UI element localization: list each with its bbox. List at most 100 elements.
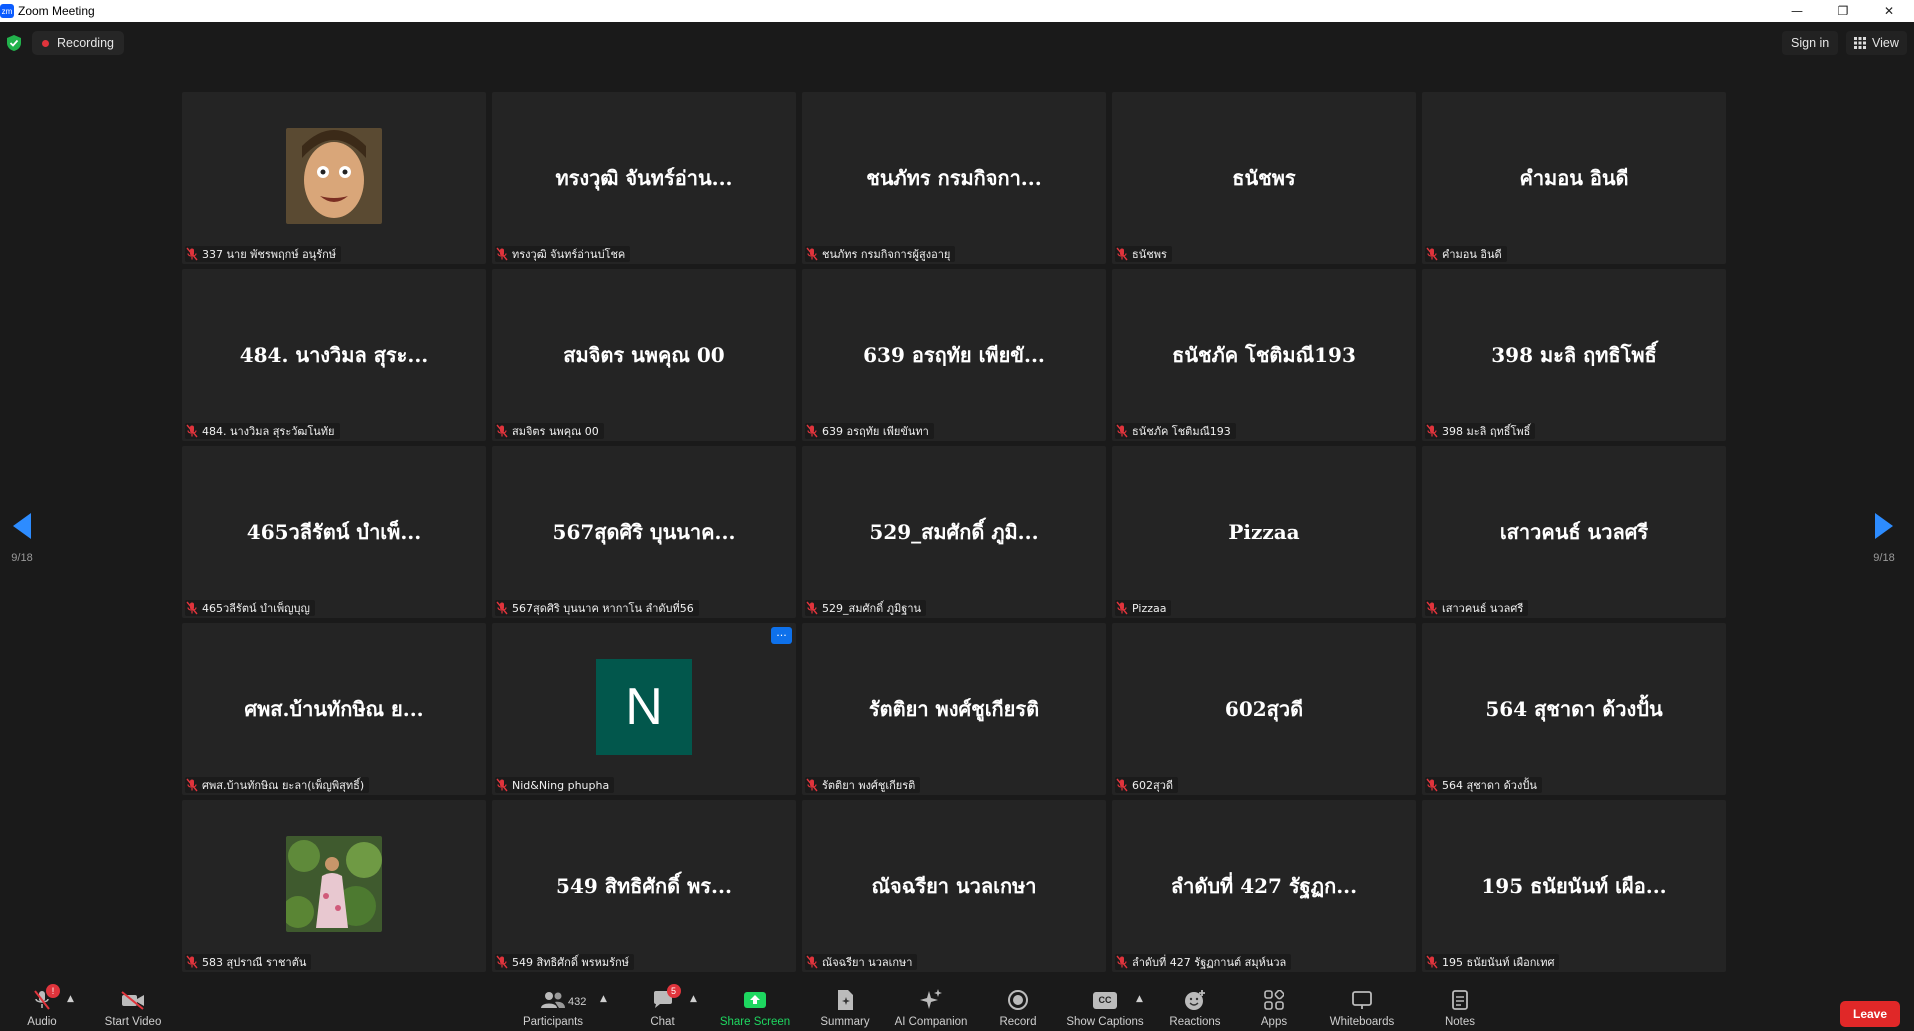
participant-name-tag: 602สุวดี [1115, 777, 1179, 793]
participant-tile[interactable]: ทรงวุฒิ จันทร์อ่าน... ทรงวุฒิ จันทร์อ่านบ… [492, 92, 796, 264]
muted-microphone-icon [806, 955, 818, 969]
participant-name-tag: ธนัชพร [1115, 246, 1172, 262]
participant-tile[interactable]: เสาวคนธ์ นวลศรี เสาวคนธ์ นวลศรี [1422, 446, 1726, 618]
participant-display-name: 465วลีรัตน์ บำเพ็... [246, 520, 422, 544]
participant-tile[interactable]: 567สุดศิริ บุนนาค... 567สุดศิริ บุนนาค หา… [492, 446, 796, 618]
ai-sparkle-icon [920, 989, 942, 1009]
participant-display-name: ทรงวุฒิ จันทร์อ่าน... [555, 166, 733, 190]
audio-button[interactable]: ! Audio [22, 984, 62, 1031]
participant-display-name: 398 มะลิ ฤทธิโพธิ์ [1491, 343, 1657, 367]
arrow-left-icon[interactable] [11, 512, 33, 540]
audio-options-caret-icon[interactable]: ▲ [67, 994, 74, 1004]
participant-tile[interactable]: ลำดับที่ 427 รัฐฏก... ลำดับที่ 427 รัฐฏกา… [1112, 800, 1416, 972]
participant-tile[interactable]: 484. นางวิมล สุระ... 484. นางวิมล สุระวัฒ… [182, 269, 486, 441]
arrow-right-icon[interactable] [1873, 512, 1895, 540]
participant-tile[interactable]: 529_สมศักดิ์ ภูมิ... 529_สมศักดิ์ ภูมิฐาน [802, 446, 1106, 618]
apps-label: Apps [1260, 1016, 1288, 1028]
participant-tile[interactable]: รัตติยา พงศ์ชูเกียรติ รัตติยา พงศ์ชูเกียร… [802, 623, 1106, 795]
restore-icon[interactable]: ❐ [1820, 0, 1866, 22]
participant-name-tag: ทรงวุฒิ จันทร์อ่านบ่โชค [495, 246, 631, 262]
participant-display-name: 549 สิทธิศักดิ์ พร... [556, 874, 732, 898]
camera-off-icon [121, 991, 144, 1010]
record-label: Record [999, 1016, 1037, 1028]
show-captions-button[interactable]: CC Show Captions [1064, 986, 1146, 1031]
view-button[interactable]: View [1846, 31, 1907, 55]
participant-name-tag: ธนัชภัค โชติมณี193 [1115, 423, 1236, 439]
chat-button[interactable]: 5 Chat [645, 984, 681, 1031]
participant-tile[interactable]: 398 มะลิ ฤทธิโพธิ์ 398 มะลิ ฤทธิ์โพธิ์ [1422, 269, 1726, 441]
leave-button[interactable]: Leave [1840, 1001, 1900, 1027]
recording-label: Recording [57, 36, 114, 50]
participant-tile[interactable]: 337 นาย พัชรพฤกษ์ อนุรักษ์ [182, 92, 486, 264]
participant-name-tag: Nid&Ning phupha [495, 777, 615, 793]
participant-tile[interactable]: ชนภัทร กรมกิจกา... ชนภัทร กรมกิจการผู้สูง… [802, 92, 1106, 264]
participant-name: 337 นาย พัชรพฤกษ์ อนุรักษ์ [202, 248, 337, 261]
participant-name-tag: 567สุดศิริ บุนนาค หากาโน ลำดับที่56 [495, 600, 699, 616]
participant-name-tag: 639 อรฤทัย เพียขันทา [805, 423, 934, 439]
close-icon[interactable]: ✕ [1866, 0, 1912, 22]
participant-tile[interactable]: ศพส.บ้านทักษิณ ย... ศพส.บ้านทักษิณ ยะลา(เ… [182, 623, 486, 795]
share-screen-button[interactable]: Share Screen [717, 986, 793, 1031]
participant-name: 529_สมศักดิ์ ภูมิฐาน [822, 602, 922, 615]
participant-tile[interactable]: ณัจฉรียา นวลเกษา ณัจฉรียา นวลเกษา [802, 800, 1106, 972]
participant-name-tag: รัตติยา พงศ์ชูเกียรติ [805, 777, 921, 793]
participants-icon [541, 992, 565, 1008]
sign-in-button[interactable]: Sign in [1782, 31, 1839, 55]
participant-tile[interactable]: 602สุวดี 602สุวดี [1112, 623, 1416, 795]
previous-page-control[interactable]: 9/18 [2, 512, 42, 564]
summary-button[interactable]: Summary [818, 986, 872, 1031]
muted-microphone-icon [1426, 247, 1438, 261]
ai-companion-button[interactable]: AI Companion [890, 986, 972, 1031]
shield-icon[interactable] [6, 34, 22, 52]
participant-tile[interactable]: คำมอน อินดี คำมอน อินดี [1422, 92, 1726, 264]
participant-tile[interactable]: Pizzaa Pizzaa [1112, 446, 1416, 618]
apps-button[interactable]: Apps [1256, 986, 1292, 1031]
participant-tile[interactable]: 195 ธนัยนันท์ เผือ... 195 ธนัยนันท์ เผือก… [1422, 800, 1726, 972]
muted-microphone-icon [186, 601, 198, 615]
participant-name: เสาวคนธ์ นวลศรี [1442, 602, 1524, 615]
next-page-control[interactable]: 9/18 [1864, 512, 1904, 564]
ai-companion-label: AI Companion [894, 1016, 968, 1028]
participant-tile[interactable]: 465วลีรัตน์ บำเพ็... 465วลีรัตน์ บำเพ็ญบุ… [182, 446, 486, 618]
start-video-button[interactable]: Start Video [98, 986, 168, 1031]
participant-name: 564 สุชาดา ด้วงปั้น [1442, 779, 1537, 792]
muted-microphone-icon [496, 247, 508, 261]
record-button[interactable]: Record [995, 986, 1041, 1031]
participant-tile[interactable]: สมจิตร นพคุณ 00 สมจิตร นพคุณ 00 [492, 269, 796, 441]
participant-tile[interactable]: ธนัชพร ธนัชพร [1112, 92, 1416, 264]
captions-options-caret-icon[interactable]: ▲ [1136, 994, 1143, 1004]
participant-display-name: 639 อรฤทัย เพียขั... [863, 343, 1045, 367]
participant-display-name: ธนัชพร [1232, 166, 1296, 190]
participant-photo [286, 836, 382, 932]
participant-display-name: ณัจฉรียา นวลเกษา [871, 874, 1037, 898]
closed-captions-icon: CC [1093, 991, 1117, 1009]
whiteboards-button[interactable]: Whiteboards [1326, 986, 1398, 1031]
notes-label: Notes [1444, 1016, 1476, 1028]
participants-options-caret-icon[interactable]: ▲ [600, 994, 607, 1004]
participant-tile[interactable]: ธนัชภัค โชติมณี193 ธนัชภัค โชติมณี193 [1112, 269, 1416, 441]
chat-options-caret-icon[interactable]: ▲ [690, 994, 697, 1004]
participant-tile[interactable]: 583 สุปราณี ราชาตัน [182, 800, 486, 972]
participant-name: รัตติยา พงศ์ชูเกียรติ [822, 779, 916, 792]
participant-name: ชนภัทร กรมกิจการผู้สูงอายุ [822, 248, 951, 261]
participant-tile[interactable]: 564 สุชาดา ด้วงปั้น 564 สุชาดา ด้วงปั้น [1422, 623, 1726, 795]
chat-label: Chat [650, 1016, 675, 1028]
participant-tile[interactable]: N ··· Nid&Ning phupha [492, 623, 796, 795]
page-indicator-left: 9/18 [11, 552, 33, 564]
minimize-icon[interactable]: — [1774, 0, 1820, 22]
participant-display-name: 195 ธนัยนันท์ เผือ... [1481, 874, 1667, 898]
participant-display-name: 567สุดศิริ บุนนาค... [552, 520, 736, 544]
participant-name-tag: 398 มะลิ ฤทธิ์โพธิ์ [1425, 423, 1536, 439]
muted-microphone-icon [1116, 601, 1128, 615]
more-options-icon[interactable]: ··· [771, 627, 792, 644]
reactions-button[interactable]: Reactions [1164, 986, 1226, 1031]
participants-button[interactable]: Participants [518, 986, 588, 1031]
participant-tile[interactable]: 549 สิทธิศักดิ์ พร... 549 สิทธิศักดิ์ พรห… [492, 800, 796, 972]
notes-button[interactable]: Notes [1440, 986, 1480, 1031]
muted-microphone-icon [806, 601, 818, 615]
participant-display-name: ลำดับที่ 427 รัฐฏก... [1170, 874, 1358, 898]
muted-microphone-icon [496, 601, 508, 615]
recording-indicator[interactable]: Recording [32, 31, 124, 55]
participant-tile[interactable]: 639 อรฤทัย เพียขั... 639 อรฤทัย เพียขันทา [802, 269, 1106, 441]
summary-label: Summary [820, 1016, 870, 1028]
